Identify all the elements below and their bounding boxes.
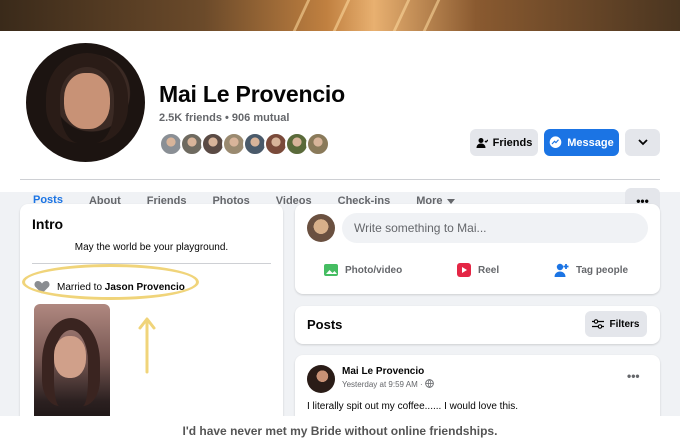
tag-people-label: Tag people [576, 264, 629, 276]
highlight-circle [22, 264, 199, 300]
composer-input[interactable]: Write something to Mai... [342, 213, 648, 243]
mutual-friend-avatar[interactable] [306, 132, 330, 156]
profile-options-button[interactable] [625, 129, 660, 156]
cover-photo[interactable] [0, 0, 680, 31]
caret-down-icon [447, 198, 456, 204]
posts-header: Posts Filters [295, 306, 660, 344]
photo-icon [324, 264, 338, 276]
filters-button[interactable]: Filters [585, 311, 647, 337]
filters-icon [592, 319, 605, 329]
photo-video-button[interactable]: Photo/video [323, 262, 402, 278]
filters-label: Filters [609, 318, 640, 330]
intro-bio: May the world be your playground. [74, 242, 229, 253]
reel-label: Reel [478, 264, 500, 276]
profile-header: Mai Le Provencio 2.5K friends • 906 mutu… [0, 31, 680, 219]
intro-title: Intro [32, 216, 64, 232]
composer-avatar[interactable] [307, 214, 335, 242]
chevron-down-icon [637, 139, 648, 146]
message-button[interactable]: Message [544, 129, 619, 156]
friends-button-label: Friends [492, 136, 533, 149]
caption-text: I'd have never met my Bride without onli… [182, 424, 498, 438]
message-button-label: Message [567, 136, 614, 149]
caption-bar: I'd have never met my Bride without onli… [0, 416, 680, 446]
post-time-text: Yesterday at 9:59 AM · [342, 380, 423, 389]
photo-video-label: Photo/video [345, 264, 403, 276]
mutual-friends-avatars[interactable] [159, 132, 330, 156]
post-author-avatar[interactable] [307, 365, 335, 393]
friends-button[interactable]: Friends [470, 129, 538, 156]
tag-people-button[interactable]: Tag people [554, 262, 628, 278]
profile-name: Mai Le Provencio [159, 81, 345, 107]
profile-avatar[interactable] [22, 39, 149, 166]
reel-button[interactable]: Reel [456, 262, 499, 278]
posts-title: Posts [307, 317, 343, 332]
header-divider [20, 179, 660, 180]
post-options-button[interactable]: ••• [627, 369, 640, 383]
featured-photo[interactable] [34, 304, 110, 434]
reel-icon [457, 263, 471, 277]
intro-divider [32, 263, 271, 264]
ellipsis-icon: ••• [627, 369, 640, 383]
friends-icon [476, 137, 488, 148]
post-timestamp[interactable]: Yesterday at 9:59 AM · [342, 379, 434, 389]
annotation-arrow-icon [138, 317, 156, 374]
post-author[interactable]: Mai Le Provencio [342, 366, 424, 377]
friend-counts[interactable]: 2.5K friends • 906 mutual [159, 112, 289, 124]
post-composer: Write something to Mai... Photo/video Re… [295, 204, 660, 294]
tag-people-icon [554, 263, 569, 277]
globe-icon [425, 379, 434, 388]
messenger-icon [549, 136, 562, 148]
post-text: I literally spit out my coffee...... I w… [307, 401, 519, 412]
